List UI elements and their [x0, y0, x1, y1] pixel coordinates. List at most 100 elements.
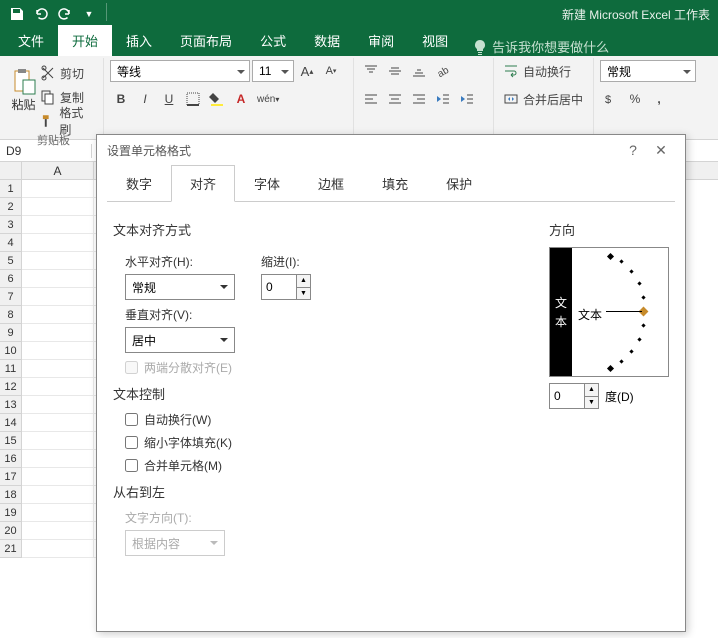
- row-header[interactable]: 12: [0, 378, 21, 396]
- dtab-font[interactable]: 字体: [235, 165, 299, 202]
- increase-font-icon[interactable]: A▴: [296, 60, 318, 82]
- row-header[interactable]: 15: [0, 432, 21, 450]
- row-header[interactable]: 2: [0, 198, 21, 216]
- select-all-corner[interactable]: [0, 162, 22, 180]
- bold-button[interactable]: B: [110, 88, 132, 110]
- row-header[interactable]: 10: [0, 342, 21, 360]
- indent-input[interactable]: [262, 275, 296, 299]
- tab-view[interactable]: 视图: [408, 25, 462, 56]
- cell[interactable]: [22, 504, 94, 522]
- cut-button[interactable]: 剪切: [37, 62, 93, 84]
- font-color-button[interactable]: A: [230, 88, 252, 110]
- orientation-widget[interactable]: 文 本 文本: [549, 247, 669, 377]
- row-header[interactable]: 21: [0, 540, 21, 558]
- cell[interactable]: [22, 396, 94, 414]
- row-header[interactable]: 13: [0, 396, 21, 414]
- indent-up-icon[interactable]: ▲: [297, 275, 310, 288]
- column-header[interactable]: A: [22, 162, 94, 179]
- merge-input[interactable]: [125, 459, 138, 472]
- cell[interactable]: [22, 468, 94, 486]
- percent-format-icon[interactable]: %: [624, 88, 646, 110]
- dtab-number[interactable]: 数字: [107, 165, 171, 202]
- orientation-icon[interactable]: ab: [432, 60, 454, 82]
- row-header[interactable]: 19: [0, 504, 21, 522]
- shrink-to-fit-checkbox[interactable]: 缩小字体填充(K): [125, 434, 533, 451]
- number-format-select[interactable]: 常规: [600, 60, 696, 82]
- tab-review[interactable]: 审阅: [354, 25, 408, 56]
- dialog-close-icon[interactable]: ✕: [647, 136, 675, 164]
- wrap-text-button[interactable]: 自动换行: [500, 60, 590, 82]
- dtab-protection[interactable]: 保护: [427, 165, 491, 202]
- cell[interactable]: [22, 180, 94, 198]
- indent-spinner[interactable]: ▲▼: [261, 274, 311, 300]
- degree-input[interactable]: [550, 384, 584, 408]
- cell[interactable]: [22, 216, 94, 234]
- font-name-select[interactable]: 等线: [110, 60, 250, 82]
- cell[interactable]: [22, 432, 94, 450]
- decrease-font-icon[interactable]: A▾: [320, 60, 342, 82]
- degree-down-icon[interactable]: ▼: [585, 397, 598, 409]
- wrap-text-checkbox[interactable]: 自动换行(W): [125, 411, 533, 428]
- fill-color-button[interactable]: [206, 88, 228, 110]
- vertical-text-button[interactable]: 文 本: [550, 248, 572, 376]
- degree-spinner[interactable]: ▲▼: [549, 383, 599, 409]
- align-middle-icon[interactable]: [384, 60, 406, 82]
- align-right-icon[interactable]: [408, 88, 430, 110]
- align-left-icon[interactable]: [360, 88, 382, 110]
- row-header[interactable]: 3: [0, 216, 21, 234]
- merge-center-button[interactable]: 合并后居中: [500, 88, 596, 110]
- wrap-text-input[interactable]: [125, 413, 138, 426]
- halign-select[interactable]: 常规: [125, 274, 235, 300]
- cell[interactable]: [22, 522, 94, 540]
- row-header[interactable]: 1: [0, 180, 21, 198]
- row-header[interactable]: 4: [0, 234, 21, 252]
- cell[interactable]: [22, 234, 94, 252]
- row-header[interactable]: 8: [0, 306, 21, 324]
- dialog-help-icon[interactable]: ?: [619, 136, 647, 164]
- cell[interactable]: [22, 360, 94, 378]
- tab-home[interactable]: 开始: [58, 25, 112, 56]
- accounting-format-icon[interactable]: $: [600, 88, 622, 110]
- decrease-indent-icon[interactable]: [432, 88, 454, 110]
- underline-button[interactable]: U: [158, 88, 180, 110]
- comma-format-icon[interactable]: ,: [648, 88, 670, 110]
- row-header[interactable]: 11: [0, 360, 21, 378]
- row-header[interactable]: 14: [0, 414, 21, 432]
- row-header[interactable]: 9: [0, 324, 21, 342]
- valign-select[interactable]: 居中: [125, 327, 235, 353]
- indent-down-icon[interactable]: ▼: [297, 288, 310, 300]
- cell[interactable]: [22, 342, 94, 360]
- qat-dropdown-icon[interactable]: ▼: [78, 3, 100, 25]
- cell[interactable]: [22, 306, 94, 324]
- tell-me[interactable]: 告诉我你想要做什么: [472, 37, 609, 56]
- tab-file[interactable]: 文件: [4, 25, 58, 56]
- phonetic-button[interactable]: wén▾: [254, 88, 282, 110]
- align-top-icon[interactable]: [360, 60, 382, 82]
- orientation-dial[interactable]: 文本: [572, 248, 668, 376]
- row-header[interactable]: 6: [0, 270, 21, 288]
- row-header[interactable]: 18: [0, 486, 21, 504]
- save-icon[interactable]: [6, 3, 28, 25]
- row-header[interactable]: 20: [0, 522, 21, 540]
- dtab-fill[interactable]: 填充: [363, 165, 427, 202]
- tab-page-layout[interactable]: 页面布局: [166, 25, 246, 56]
- paste-button[interactable]: 粘贴: [10, 60, 37, 120]
- cell[interactable]: [22, 378, 94, 396]
- cell[interactable]: [22, 486, 94, 504]
- cell[interactable]: [22, 288, 94, 306]
- align-center-icon[interactable]: [384, 88, 406, 110]
- cell[interactable]: [22, 450, 94, 468]
- dtab-alignment[interactable]: 对齐: [171, 165, 235, 202]
- cell[interactable]: [22, 540, 94, 558]
- format-painter-button[interactable]: 格式刷: [37, 110, 97, 132]
- italic-button[interactable]: I: [134, 88, 156, 110]
- row-header[interactable]: 16: [0, 450, 21, 468]
- row-header[interactable]: 17: [0, 468, 21, 486]
- cell[interactable]: [22, 324, 94, 342]
- cell[interactable]: [22, 198, 94, 216]
- border-button[interactable]: [182, 88, 204, 110]
- tab-data[interactable]: 数据: [300, 25, 354, 56]
- tab-formulas[interactable]: 公式: [246, 25, 300, 56]
- merge-cells-checkbox[interactable]: 合并单元格(M): [125, 457, 533, 474]
- row-header[interactable]: 5: [0, 252, 21, 270]
